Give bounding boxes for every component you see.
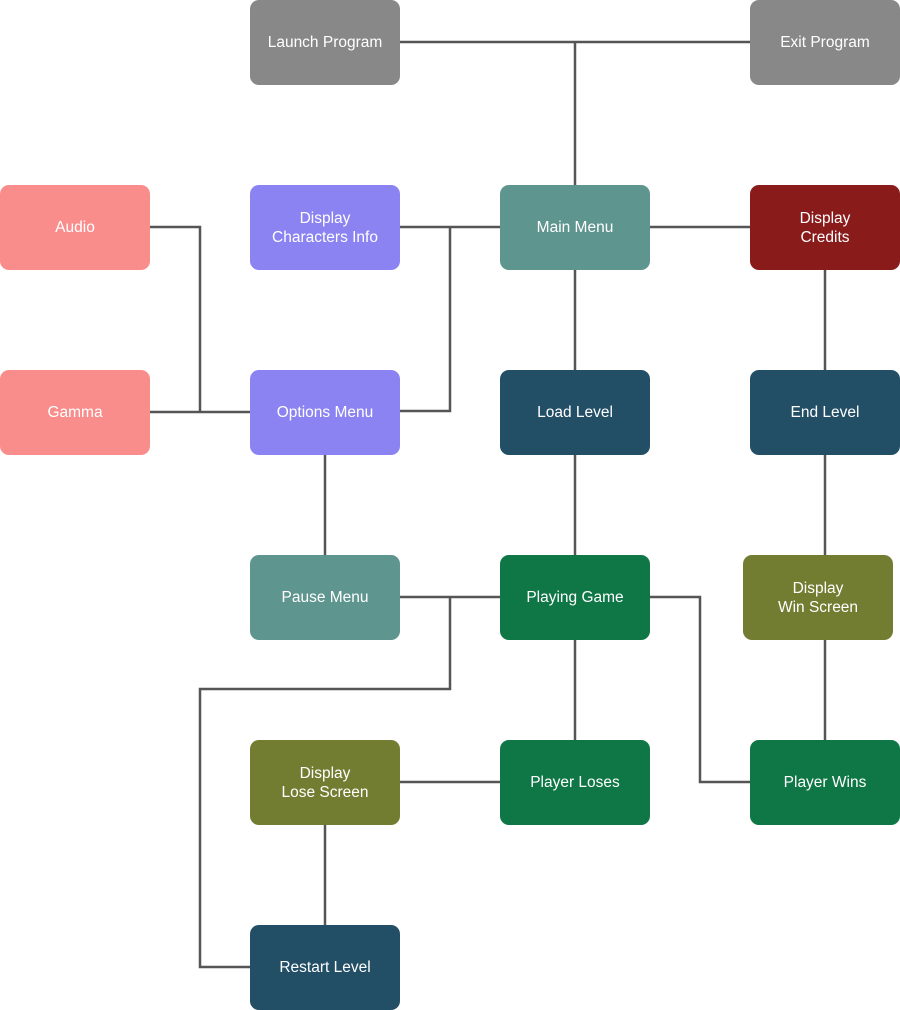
connector-playing-wins: [650, 595, 750, 784]
node-gamma[interactable]: Gamma: [0, 370, 150, 455]
node-chars[interactable]: Display Characters Info: [250, 185, 400, 270]
node-losescreen[interactable]: Display Lose Screen: [250, 740, 400, 825]
state-diagram: Launch Program Exit Program Audio Display C…: [0, 0, 900, 1010]
node-audio[interactable]: Audio: [0, 185, 150, 270]
node-launch[interactable]: Launch Program: [250, 0, 400, 85]
node-endlevel[interactable]: End Level: [750, 370, 900, 455]
connector-layer: [150, 40, 827, 969]
node-wins[interactable]: Player Wins: [750, 740, 900, 825]
node-credits[interactable]: Display Credits: [750, 185, 900, 270]
node-load[interactable]: Load Level: [500, 370, 650, 455]
node-loses[interactable]: Player Loses: [500, 740, 650, 825]
node-exit[interactable]: Exit Program: [750, 0, 900, 85]
node-options[interactable]: Options Menu: [250, 370, 400, 455]
connector-options-main: [400, 227, 452, 413]
node-winscreen[interactable]: Display Win Screen: [743, 555, 893, 640]
node-playing[interactable]: Playing Game: [500, 555, 650, 640]
node-pause[interactable]: Pause Menu: [250, 555, 400, 640]
connector-audio-options: [150, 225, 202, 412]
node-main[interactable]: Main Menu: [500, 185, 650, 270]
node-restart[interactable]: Restart Level: [250, 925, 400, 1010]
